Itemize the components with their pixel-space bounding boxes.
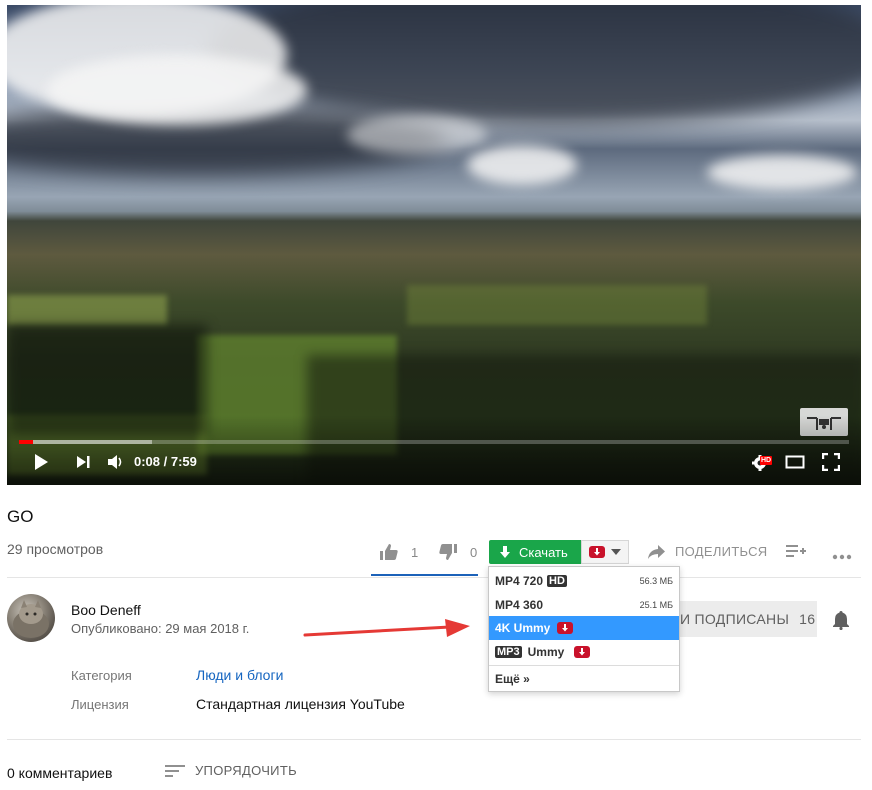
time-total: 7:59 bbox=[170, 454, 197, 469]
sentiment-like-fill bbox=[371, 574, 478, 576]
like-icon bbox=[380, 544, 398, 560]
subscriber-count: 16 bbox=[799, 611, 816, 627]
fullscreen-icon bbox=[822, 453, 840, 471]
menu-separator bbox=[489, 665, 679, 666]
menu-item-mp4-720[interactable]: MP4 720 HD 56.3 МБ bbox=[489, 569, 679, 593]
ummy-download-icon bbox=[589, 546, 605, 558]
menu-item-label: Ummy bbox=[527, 645, 565, 659]
channel-name[interactable]: Boo Deneff bbox=[71, 602, 141, 618]
play-icon bbox=[35, 454, 48, 470]
divider bbox=[7, 577, 861, 578]
share-icon bbox=[648, 544, 665, 559]
video-title: GO bbox=[7, 507, 34, 526]
ummy-download-icon bbox=[574, 646, 591, 658]
like-count: 1 bbox=[411, 544, 419, 560]
license-key: Лицензия bbox=[71, 697, 129, 712]
like-button[interactable]: 1 bbox=[379, 540, 418, 564]
chevron-down-icon bbox=[611, 549, 621, 555]
menu-item-mp4-360[interactable]: MP4 360 25.1 МБ bbox=[489, 593, 679, 617]
download-format-menu: MP4 720 HD 56.3 МБ MP4 360 25.1 МБ 4K Um… bbox=[488, 566, 680, 692]
volume-icon bbox=[108, 455, 122, 469]
time-current: 0:08 bbox=[134, 454, 161, 469]
sort-label: УПОРЯДОЧИТЬ bbox=[195, 763, 297, 778]
video-frame-cloud bbox=[47, 55, 307, 125]
license-value: Стандартная лицензия YouTube bbox=[196, 696, 405, 712]
miniplayer-icon bbox=[785, 455, 805, 469]
dislike-icon bbox=[439, 544, 457, 560]
menu-item-label: Ещё » bbox=[495, 672, 530, 686]
ummy-download-icon bbox=[557, 622, 574, 634]
avatar-image bbox=[13, 600, 49, 638]
publish-date: Опубликовано: 29 мая 2018 г. bbox=[71, 621, 250, 636]
sort-icon bbox=[165, 764, 185, 777]
playlist-add-icon bbox=[786, 545, 806, 557]
dislike-button[interactable]: 0 bbox=[438, 540, 477, 564]
more-actions-button[interactable] bbox=[832, 547, 852, 565]
view-count: 29 просмотров bbox=[7, 541, 104, 557]
progress-bar[interactable] bbox=[19, 440, 849, 444]
fullscreen-button[interactable] bbox=[822, 450, 840, 474]
menu-item-mp3-ummy[interactable]: MP3 Ummy bbox=[489, 640, 679, 664]
download-button[interactable]: Скачать bbox=[489, 540, 581, 564]
video-frame-cloud bbox=[707, 155, 857, 190]
notification-bell-button[interactable] bbox=[832, 610, 850, 635]
file-size: 56.3 МБ bbox=[639, 576, 673, 586]
dislike-count: 0 bbox=[470, 544, 478, 560]
play-button[interactable] bbox=[33, 450, 49, 474]
progress-buffered bbox=[19, 440, 152, 444]
mp3-badge: MP3 bbox=[495, 646, 522, 658]
miniplayer-button[interactable] bbox=[785, 450, 805, 474]
volume-button[interactable] bbox=[107, 450, 125, 474]
category-key: Категория bbox=[71, 668, 132, 683]
sentiment-bar bbox=[371, 574, 478, 576]
more-icon bbox=[832, 554, 852, 560]
category-link[interactable]: Люди и блоги bbox=[196, 667, 283, 683]
menu-item-label: MP4 720 bbox=[495, 574, 544, 588]
sort-comments-button[interactable]: УПОРЯДОЧИТЬ bbox=[165, 763, 297, 778]
menu-item-4k-ummy[interactable]: 4K Ummy bbox=[489, 616, 679, 640]
divider bbox=[7, 739, 861, 740]
annotation-arrow bbox=[303, 619, 470, 637]
next-button[interactable] bbox=[75, 450, 91, 474]
time-separator: / bbox=[160, 454, 171, 469]
download-format-dropdown[interactable] bbox=[581, 540, 629, 564]
comment-count: 0 комментариев bbox=[7, 765, 113, 781]
add-to-playlist-button[interactable] bbox=[786, 543, 806, 564]
hd-badge: HD bbox=[547, 575, 567, 587]
video-player[interactable] bbox=[7, 5, 861, 485]
hd-quality-badge: HD bbox=[760, 456, 773, 465]
subscribed-label: И ПОДПИСАНЫ bbox=[680, 611, 790, 627]
menu-item-label: MP4 360 bbox=[495, 598, 544, 612]
menu-item-label: 4K Ummy bbox=[495, 621, 551, 635]
subscribed-button[interactable]: И ПОДПИСАНЫ 16 bbox=[670, 601, 817, 637]
file-size: 25.1 МБ bbox=[639, 600, 673, 610]
video-frame-cloud bbox=[467, 145, 577, 185]
video-frame-cloud bbox=[347, 115, 487, 155]
channel-avatar[interactable] bbox=[7, 594, 55, 642]
progress-played bbox=[19, 440, 33, 444]
controls-gradient bbox=[7, 415, 861, 485]
video-frame-field bbox=[407, 285, 707, 325]
menu-item-more[interactable]: Ещё » bbox=[489, 667, 679, 691]
share-label: ПОДЕЛИТЬСЯ bbox=[675, 544, 768, 559]
time-display: 0:08 / 7:59 bbox=[134, 454, 197, 469]
share-button[interactable]: ПОДЕЛИТЬСЯ bbox=[648, 544, 767, 559]
download-arrow-icon bbox=[500, 545, 510, 558]
video-frame-cloud bbox=[207, 5, 861, 125]
next-icon bbox=[77, 456, 90, 468]
download-label: Скачать bbox=[519, 544, 568, 560]
video-frame-field bbox=[7, 295, 167, 325]
bell-icon bbox=[833, 611, 849, 631]
page: 0:08 / 7:59 HD GO 29 просмотров 1 0 Скач… bbox=[0, 0, 872, 790]
